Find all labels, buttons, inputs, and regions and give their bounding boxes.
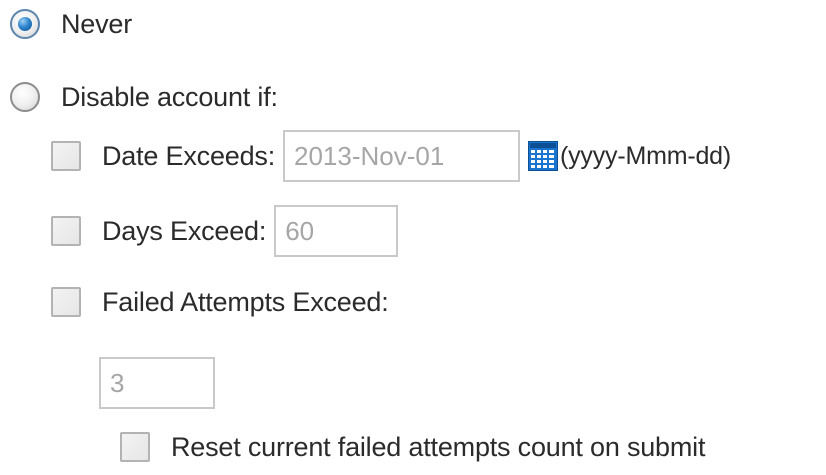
failed-attempts-row: Failed Attempts Exceed:: [51, 287, 389, 317]
days-exceed-label: Days Exceed:: [102, 215, 267, 246]
disable-account-radio[interactable]: [10, 82, 40, 112]
date-exceeds-label: Date Exceeds:: [102, 140, 275, 171]
failed-attempts-input[interactable]: [99, 357, 215, 409]
days-exceed-input[interactable]: [274, 205, 399, 257]
calendar-icon[interactable]: [528, 141, 558, 171]
date-exceeds-checkbox[interactable]: [51, 141, 81, 171]
days-exceed-checkbox[interactable]: [51, 216, 81, 246]
reset-count-label: Reset current failed attempts count on s…: [171, 431, 706, 462]
never-radio[interactable]: [10, 9, 40, 39]
never-option[interactable]: Never: [10, 9, 132, 39]
disable-account-label: Disable account if:: [61, 81, 278, 112]
reset-count-row: Reset current failed attempts count on s…: [120, 432, 705, 462]
date-format-hint: (yyyy-Mmm-dd): [560, 141, 731, 170]
reset-count-checkbox[interactable]: [120, 432, 150, 462]
failed-attempts-label: Failed Attempts Exceed:: [102, 286, 389, 317]
days-exceed-row: Days Exceed:: [51, 205, 399, 257]
failed-attempts-checkbox[interactable]: [51, 287, 81, 317]
date-exceeds-row: Date Exceeds: (yyyy-Mmm-dd): [51, 130, 731, 182]
radio-selected-dot: [18, 17, 32, 31]
never-label: Never: [61, 8, 133, 39]
disable-account-option[interactable]: Disable account if:: [10, 82, 278, 112]
date-exceeds-input[interactable]: [283, 130, 520, 182]
